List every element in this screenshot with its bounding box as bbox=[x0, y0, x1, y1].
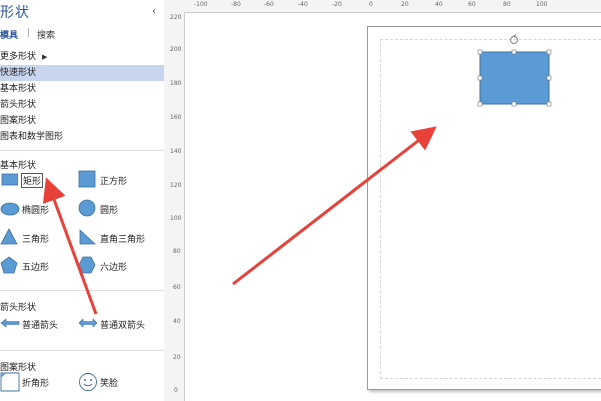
shape-hexagon[interactable]: 六边形 bbox=[78, 256, 158, 276]
shape-pentagon[interactable]: 五边形 bbox=[0, 256, 70, 276]
double-arrow-icon bbox=[78, 318, 98, 328]
tab-stencils[interactable]: 模具 bbox=[0, 28, 18, 41]
section-divider bbox=[0, 290, 164, 291]
shape-ellipse[interactable]: 椭圆形 bbox=[0, 199, 70, 219]
shape-label: 矩形 bbox=[20, 173, 44, 188]
ruler-label: 0 bbox=[174, 387, 178, 394]
shape-label: 正方形 bbox=[100, 177, 128, 187]
tab-search[interactable]: 搜索 bbox=[37, 28, 55, 41]
ruler-label: 60 bbox=[468, 1, 476, 8]
shape-double-arrow[interactable]: 普通双箭头 bbox=[78, 314, 162, 334]
shape-label: 普通双箭头 bbox=[100, 321, 146, 331]
ruler-label: 140 bbox=[170, 148, 182, 155]
ruler-label: 0 bbox=[369, 1, 373, 8]
ruler-label: 80 bbox=[173, 248, 181, 255]
menu-label: 快速形状 bbox=[0, 68, 37, 78]
shape-triangle[interactable]: 三角形 bbox=[0, 228, 70, 248]
shape-arrow[interactable]: 普通箭头 bbox=[0, 314, 80, 334]
smiley-icon bbox=[79, 373, 97, 391]
shape-folded-corner[interactable]: 折角形 bbox=[0, 372, 70, 392]
ruler-label: 20 bbox=[401, 1, 409, 8]
shape-square[interactable]: 正方形 bbox=[78, 170, 158, 190]
ruler-label: 60 bbox=[173, 284, 181, 291]
ruler-label: 180 bbox=[170, 80, 182, 87]
shape-label: 三角形 bbox=[22, 235, 50, 245]
menu-label: 箭头形状 bbox=[0, 100, 37, 110]
shape-label: 折角形 bbox=[22, 379, 50, 389]
ruler-label: 160 bbox=[170, 114, 182, 121]
shape-label: 圆形 bbox=[100, 206, 119, 216]
horizontal-ruler: -100 -80 -60 -40 -20 0 20 40 60 80 100 bbox=[164, 0, 601, 13]
menu-label: 图表和数学图形 bbox=[0, 132, 64, 142]
hexagon-icon bbox=[78, 256, 96, 274]
rectangle-icon bbox=[1, 173, 18, 186]
square-icon bbox=[78, 170, 96, 188]
folded-corner-icon bbox=[0, 372, 20, 392]
ruler-label: 40 bbox=[173, 318, 181, 325]
vertical-ruler: 220 200 180 160 140 120 100 80 60 40 20 … bbox=[164, 12, 185, 401]
section-divider bbox=[0, 150, 164, 151]
ruler-label: -60 bbox=[264, 1, 274, 8]
shape-smiley[interactable]: 笑脸 bbox=[78, 372, 148, 392]
ruler-label: 100 bbox=[536, 1, 548, 8]
ruler-label: 200 bbox=[170, 46, 182, 53]
circle-icon bbox=[78, 199, 96, 217]
shape-label: 笑脸 bbox=[100, 379, 119, 389]
menu-label: 基本形状 bbox=[0, 84, 37, 94]
shape-label: 椭圆形 bbox=[22, 206, 50, 216]
pentagon-icon bbox=[0, 256, 18, 274]
ruler-label: 120 bbox=[170, 182, 182, 189]
shapes-panel: 形状 ‹ 模具 | 搜索 更多形状 ▶ 快速形状 基本形状 箭头形状 图案形状 … bbox=[0, 0, 165, 401]
shape-label: 直角三角形 bbox=[100, 235, 146, 245]
ruler-label: 80 bbox=[503, 1, 511, 8]
ruler-label: -80 bbox=[231, 1, 241, 8]
ruler-label: -100 bbox=[194, 1, 208, 8]
menu-pattern-shapes[interactable]: 图案形状 bbox=[0, 113, 164, 129]
shape-right-triangle[interactable]: 直角三角形 bbox=[78, 228, 162, 248]
shape-label: 普通箭头 bbox=[22, 321, 59, 331]
shape-rectangle[interactable]: 矩形 bbox=[0, 170, 70, 190]
ruler-label: 20 bbox=[173, 354, 181, 361]
chevron-left-icon[interactable]: ‹ bbox=[152, 6, 156, 17]
menu-more-shapes[interactable]: 更多形状 ▶ bbox=[0, 49, 164, 65]
page-margin-guide bbox=[380, 39, 601, 379]
section-title-arrows: 箭头形状 bbox=[0, 303, 37, 313]
ruler-label: 40 bbox=[435, 1, 443, 8]
right-triangle-icon bbox=[79, 229, 96, 245]
panel-title: 形状 bbox=[0, 5, 30, 21]
menu-label: 图案形状 bbox=[0, 116, 37, 126]
arrow-left-icon bbox=[0, 318, 20, 328]
ruler-label: -20 bbox=[332, 1, 342, 8]
ruler-label: -40 bbox=[298, 1, 308, 8]
shape-label: 六边形 bbox=[100, 263, 128, 273]
menu-quick-shapes[interactable]: 快速形状 bbox=[0, 65, 164, 81]
ruler-label: 220 bbox=[170, 14, 182, 21]
ellipse-icon bbox=[0, 202, 20, 216]
tab-separator: | bbox=[27, 28, 31, 38]
drawing-page[interactable] bbox=[367, 26, 601, 390]
triangle-icon bbox=[0, 228, 18, 245]
menu-basic-shapes[interactable]: 基本形状 bbox=[0, 81, 164, 97]
caret-right-icon: ▶ bbox=[42, 53, 48, 61]
shape-label: 五边形 bbox=[22, 263, 50, 273]
section-divider bbox=[0, 350, 164, 351]
menu-arrow-shapes[interactable]: 箭头形状 bbox=[0, 97, 164, 113]
ruler-label: 100 bbox=[170, 215, 182, 222]
menu-charts-math[interactable]: 图表和数学图形 bbox=[0, 129, 164, 145]
shape-circle[interactable]: 圆形 bbox=[78, 199, 158, 219]
menu-label: 更多形状 bbox=[0, 52, 37, 62]
